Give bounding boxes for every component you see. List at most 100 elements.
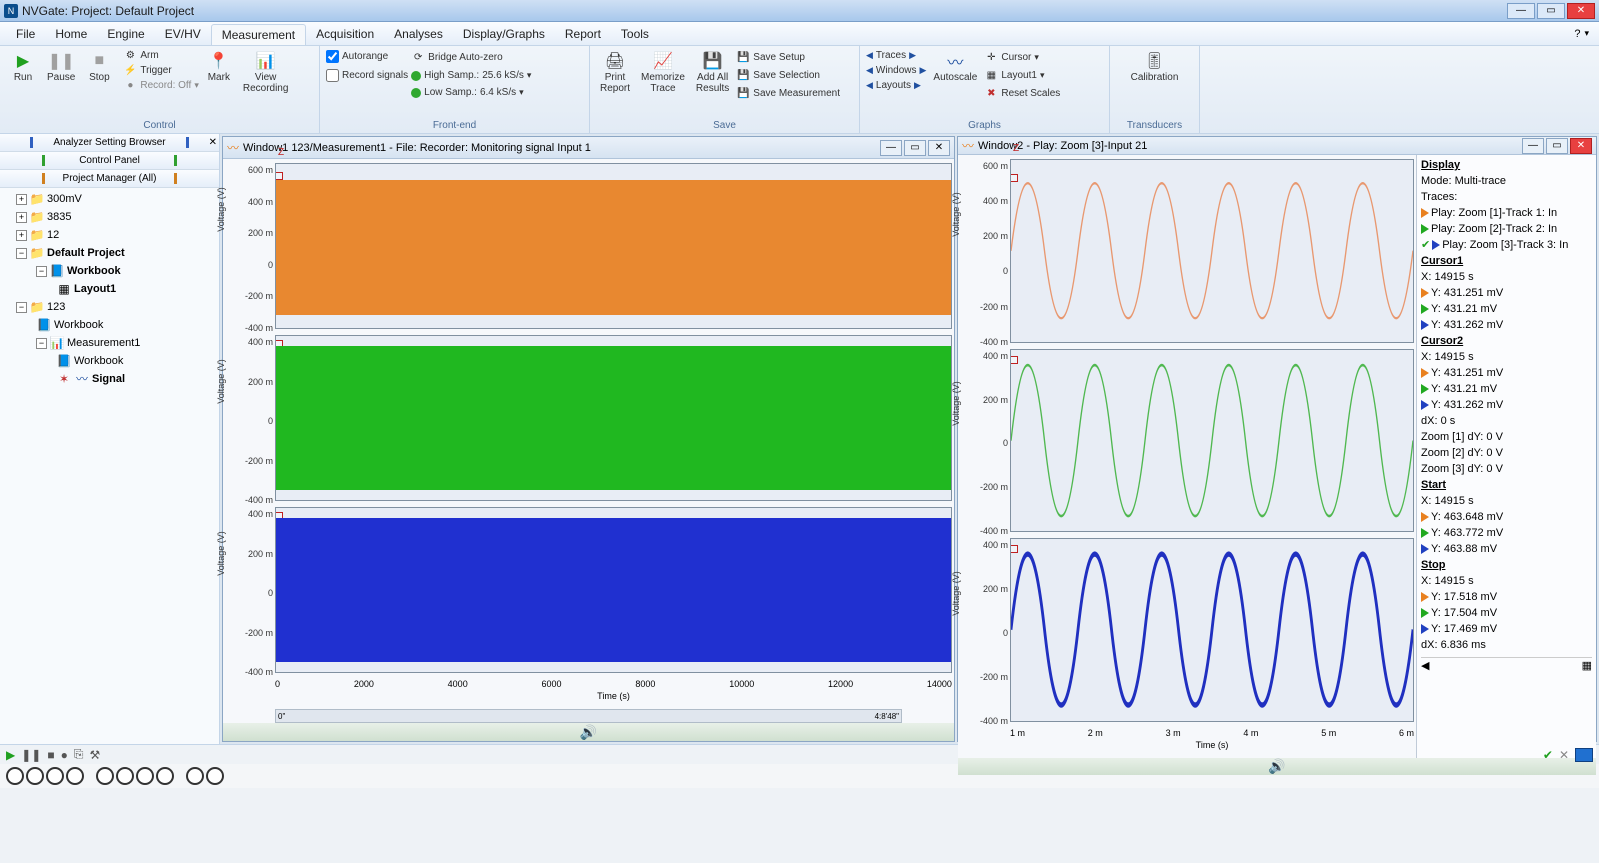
autoscale-button[interactable]: 〰Autoscale bbox=[929, 48, 981, 85]
tree-item[interactable]: ▦Layout1 bbox=[2, 280, 217, 298]
channel-indicator[interactable] bbox=[96, 767, 114, 785]
plot-2[interactable] bbox=[275, 335, 952, 501]
tool-icon[interactable]: ⚒ bbox=[89, 748, 100, 762]
cursor-dropdown[interactable]: ✛Cursor▾ bbox=[984, 50, 1060, 64]
channel-indicator[interactable] bbox=[66, 767, 84, 785]
close-button[interactable]: ✕ bbox=[1570, 138, 1592, 154]
bridge-autozero-button[interactable]: ⟳Bridge Auto-zero bbox=[411, 50, 531, 64]
save-selection-button[interactable]: 💾Save Selection bbox=[736, 68, 840, 82]
close-button[interactable]: ✕ bbox=[928, 140, 950, 156]
menu-report[interactable]: Report bbox=[555, 22, 611, 45]
menu-acquisition[interactable]: Acquisition bbox=[306, 22, 384, 45]
plot-1[interactable]: Start bbox=[275, 163, 952, 329]
traces-nav[interactable]: ◀Traces▶ bbox=[866, 50, 926, 61]
monitor-icon[interactable] bbox=[1575, 748, 1593, 762]
menu-display[interactable]: Display/Graphs bbox=[453, 22, 555, 45]
cursor-handle[interactable] bbox=[1010, 356, 1018, 364]
minimize-button[interactable]: — bbox=[1522, 138, 1544, 154]
channel-indicator[interactable] bbox=[6, 767, 24, 785]
tree-item[interactable]: 📘Workbook bbox=[2, 352, 217, 370]
trace-item[interactable]: Play: Zoom [1]-Track 1: In bbox=[1421, 205, 1592, 221]
layouts-nav[interactable]: ◀Layouts▶ bbox=[866, 80, 926, 91]
audio-bar[interactable]: 🔊 bbox=[223, 723, 954, 741]
print-report-button[interactable]: 🖨Print Report bbox=[596, 48, 634, 96]
plot-3[interactable] bbox=[1010, 538, 1414, 722]
windows-nav[interactable]: ◀Windows▶ bbox=[866, 65, 926, 76]
window1-titlebar[interactable]: 〰 Window1 123/Measurement1 - File: Recor… bbox=[223, 137, 954, 159]
minimize-button[interactable]: — bbox=[880, 140, 902, 156]
run-button[interactable]: ▶Run bbox=[6, 48, 40, 85]
channel-indicator[interactable] bbox=[26, 767, 44, 785]
layout-dropdown[interactable]: ▦Layout1▾ bbox=[984, 68, 1060, 82]
tree-item[interactable]: +📁12 bbox=[2, 226, 217, 244]
pause-button[interactable]: ❚❚Pause bbox=[43, 48, 79, 85]
record-icon[interactable]: ● bbox=[61, 748, 68, 762]
scroll-bar[interactable]: ◀▦ bbox=[1421, 657, 1592, 674]
memorize-trace-button[interactable]: 📈Memorize Trace bbox=[637, 48, 689, 96]
plot-1[interactable] bbox=[1010, 159, 1414, 343]
maximize-button[interactable]: ▭ bbox=[1537, 3, 1565, 19]
window1-plots[interactable]: Z 600 m400 m200 m0-200 m-400 mVoltage (V… bbox=[223, 159, 954, 723]
view-recording-button[interactable]: 📊View Recording bbox=[239, 48, 293, 96]
plot-3[interactable] bbox=[275, 507, 952, 673]
autorange-checkbox[interactable]: Autorange bbox=[326, 50, 408, 63]
reset-scales-button[interactable]: ✖Reset Scales bbox=[984, 86, 1060, 100]
time-scrubber[interactable]: 0"4:8'48" bbox=[275, 709, 902, 723]
menu-home[interactable]: Home bbox=[45, 22, 97, 45]
pause-icon[interactable]: ❚❚ bbox=[21, 748, 41, 762]
channel-indicator[interactable] bbox=[46, 767, 64, 785]
arm-button[interactable]: ⚙Arm bbox=[123, 48, 198, 62]
tree-item[interactable]: +📁300mV bbox=[2, 190, 217, 208]
menu-evhv[interactable]: EV/HV bbox=[155, 22, 211, 45]
channel-indicator[interactable] bbox=[186, 767, 204, 785]
close-icon[interactable]: ✕ bbox=[209, 137, 217, 148]
menu-measurement[interactable]: Measurement bbox=[211, 24, 306, 45]
tree-item[interactable]: −📁123 bbox=[2, 298, 217, 316]
tree-item[interactable]: 📘Workbook bbox=[2, 316, 217, 334]
high-samp-row[interactable]: High Samp.: 25.6 kS/s ▾ bbox=[411, 70, 531, 81]
channel-indicator[interactable] bbox=[116, 767, 134, 785]
menu-file[interactable]: File bbox=[6, 22, 45, 45]
sidebar-header-analyzer[interactable]: Analyzer Setting Browser✕ bbox=[0, 134, 219, 152]
help-icon[interactable]: ? bbox=[1574, 28, 1580, 40]
close-button[interactable]: ✕ bbox=[1567, 3, 1595, 19]
calibration-button[interactable]: 🎚Calibration bbox=[1127, 48, 1183, 85]
window2-titlebar[interactable]: 〰 Window2 - Play: Zoom [3]-Input 21 — ▭ … bbox=[958, 137, 1596, 155]
plot-2[interactable] bbox=[1010, 349, 1414, 533]
audio-bar[interactable]: 🔊 bbox=[958, 758, 1596, 775]
tree-item[interactable]: ✶〰Signal bbox=[2, 370, 217, 388]
maximize-button[interactable]: ▭ bbox=[1546, 138, 1568, 154]
trigger-button[interactable]: ⚡Trigger bbox=[123, 63, 198, 77]
sidebar-header-project[interactable]: Project Manager (All) bbox=[0, 170, 219, 188]
tree-item[interactable]: +📁3835 bbox=[2, 208, 217, 226]
record-signals-checkbox[interactable]: Record signals bbox=[326, 69, 408, 82]
minimize-button[interactable]: — bbox=[1507, 3, 1535, 19]
add-all-results-button[interactable]: 💾Add All Results bbox=[692, 48, 733, 96]
cursor-handle[interactable] bbox=[275, 172, 283, 180]
window2-plots[interactable]: Z 600 m400 m200 m0-200 m-400 mVoltage (V… bbox=[958, 155, 1416, 758]
tree-item[interactable]: −📘Workbook bbox=[2, 262, 217, 280]
tree-item[interactable]: −📁Default Project bbox=[2, 244, 217, 262]
stop-icon[interactable]: ■ bbox=[47, 748, 54, 762]
trace-item[interactable]: ✔Play: Zoom [3]-Track 3: In bbox=[1421, 237, 1592, 253]
chevron-down-icon[interactable]: ▾ bbox=[1584, 28, 1589, 39]
cursor-handle[interactable] bbox=[1010, 174, 1018, 182]
cursor-handle[interactable] bbox=[1010, 545, 1018, 553]
low-samp-row[interactable]: Low Samp.: 6.4 kS/s ▾ bbox=[411, 87, 531, 98]
mark-button[interactable]: 📍Mark bbox=[202, 48, 236, 85]
record-toggle[interactable]: ●Record: Off ▾ bbox=[123, 78, 198, 92]
menu-analyses[interactable]: Analyses bbox=[384, 22, 453, 45]
sidebar-header-control[interactable]: Control Panel bbox=[0, 152, 219, 170]
maximize-button[interactable]: ▭ bbox=[904, 140, 926, 156]
save-setup-button[interactable]: 💾Save Setup bbox=[736, 50, 840, 64]
channel-indicator[interactable] bbox=[156, 767, 174, 785]
save-measurement-button[interactable]: 💾Save Measurement bbox=[736, 86, 840, 100]
stop-button[interactable]: ■Stop bbox=[82, 48, 116, 85]
channel-indicator[interactable] bbox=[136, 767, 154, 785]
menu-engine[interactable]: Engine bbox=[97, 22, 154, 45]
channel-indicator[interactable] bbox=[206, 767, 224, 785]
menu-tools[interactable]: Tools bbox=[611, 22, 659, 45]
copy-icon[interactable]: ⎘ bbox=[74, 747, 84, 762]
tree-item[interactable]: −📊Measurement1 bbox=[2, 334, 217, 352]
play-icon[interactable]: ▶ bbox=[6, 748, 15, 762]
